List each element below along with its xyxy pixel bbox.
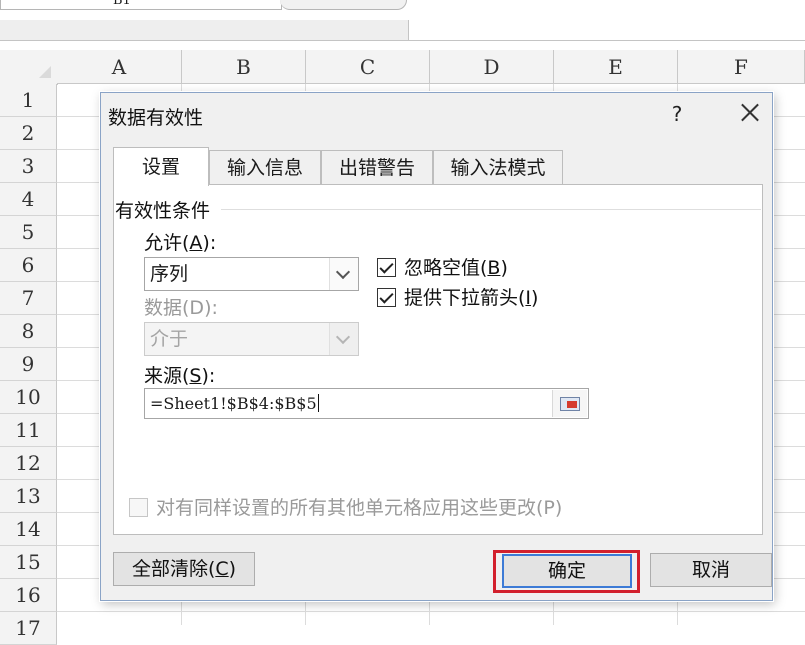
data-validation-dialog: 数据有效性 ? 设置 输入信息 出错警告 输入法模式 有效性条件 允许(A): … (100, 92, 773, 601)
column-header[interactable]: D (430, 50, 554, 84)
checkbox-icon (129, 498, 148, 517)
data-label-end: ): (204, 297, 218, 319)
row-header[interactable]: 15 (0, 546, 57, 579)
divider (408, 40, 805, 41)
row-header[interactable]: 3 (0, 150, 57, 183)
allow-label-text: 允许( (144, 232, 190, 254)
apply-to-all-label: 对有同样设置的所有其他单元格应用这些更改(P) (156, 497, 563, 519)
data-operator-value: 介于 (150, 328, 189, 350)
row-header[interactable]: 9 (0, 348, 57, 381)
column-header[interactable]: E (554, 50, 678, 84)
ignore-blank-accelerator: B (487, 257, 501, 279)
tab-input-message[interactable]: 输入信息 (209, 150, 321, 184)
formula-bar-strip (0, 20, 409, 40)
column-header[interactable]: C (306, 50, 430, 84)
row-header[interactable]: 7 (0, 282, 57, 315)
row-header[interactable]: 8 (0, 315, 57, 348)
tab-ime-mode[interactable]: 输入法模式 (433, 150, 563, 184)
validation-criteria-label: 有效性条件 (115, 196, 217, 223)
range-select-icon-arrow (567, 401, 577, 408)
source-label: 来源(S): (144, 361, 215, 388)
row-header[interactable]: 5 (0, 216, 57, 249)
formula-area: B1 (0, 0, 805, 50)
help-button[interactable]: ? (667, 99, 687, 129)
column-header[interactable]: F (678, 50, 805, 84)
ignore-blank-text: 忽略空值( (404, 257, 488, 279)
row-header[interactable]: 13 (0, 480, 57, 513)
allow-label: 允许(A): (144, 228, 216, 255)
allow-accelerator: A (189, 232, 203, 254)
data-label: 数据(D): (144, 293, 218, 320)
range-select-icon[interactable] (552, 390, 587, 417)
allow-value: 序列 (150, 263, 189, 285)
clear-all-button[interactable]: 全部清除(C) (113, 552, 255, 586)
row-header[interactable]: 17 (0, 612, 57, 645)
name-box-dropdown[interactable] (280, 0, 407, 10)
in-cell-dropdown-label: 提供下拉箭头(I) (404, 286, 538, 310)
clear-all-end: ) (228, 558, 237, 580)
cancel-button[interactable]: 取消 (650, 553, 772, 587)
chevron-down-icon[interactable] (329, 258, 358, 290)
ok-button-highlight (493, 550, 640, 593)
row-header[interactable]: 2 (0, 117, 57, 150)
row-header[interactable]: 14 (0, 513, 57, 546)
allow-select[interactable]: 序列 (144, 257, 359, 291)
source-input[interactable]: =Sheet1!$B$4:$B$5 (144, 388, 589, 419)
checkbox-icon[interactable] (377, 288, 396, 307)
text-caret (317, 394, 319, 412)
clear-all-text: 全部清除( (131, 558, 216, 580)
allow-label-end: ): (202, 232, 217, 254)
row-header[interactable]: 10 (0, 381, 57, 414)
source-label-end: ): (201, 365, 216, 387)
grid-line (57, 611, 805, 612)
data-accelerator: D (189, 297, 205, 319)
data-operator-select: 介于 (144, 322, 359, 356)
divider (0, 40, 408, 41)
row-header[interactable]: 1 (0, 84, 57, 117)
checkbox-icon[interactable] (377, 258, 396, 277)
data-label-text: 数据( (144, 297, 190, 319)
name-box-value: B1 (113, 0, 131, 8)
row-header[interactable]: 4 (0, 183, 57, 216)
dialog-title: 数据有效性 (108, 107, 204, 129)
name-box[interactable]: B1 (0, 0, 282, 10)
ignore-blank-end: ) (500, 257, 508, 279)
column-header[interactable]: A (57, 50, 182, 84)
clear-all-accelerator: C (215, 558, 229, 580)
in-cell-dropdown-text: 提供下拉箭头( (404, 287, 526, 309)
in-cell-dropdown-end: ) (531, 287, 539, 309)
tab-error-alert[interactable]: 出错警告 (321, 150, 433, 184)
select-all-corner-icon[interactable] (0, 50, 58, 85)
group-divider (221, 209, 761, 210)
ignore-blank-label: 忽略空值(B) (404, 256, 508, 280)
row-header[interactable]: 6 (0, 249, 57, 282)
tab-settings[interactable]: 设置 (113, 147, 209, 186)
close-icon[interactable] (737, 97, 763, 127)
chevron-down-icon (329, 323, 358, 355)
source-value: =Sheet1!$B$4:$B$5 (150, 394, 317, 413)
row-header[interactable]: 16 (0, 579, 57, 612)
row-header[interactable]: 11 (0, 414, 57, 447)
column-header[interactable]: B (182, 50, 306, 84)
row-header[interactable]: 12 (0, 447, 57, 480)
source-label-text: 来源( (144, 365, 190, 387)
source-accelerator: S (189, 365, 202, 387)
